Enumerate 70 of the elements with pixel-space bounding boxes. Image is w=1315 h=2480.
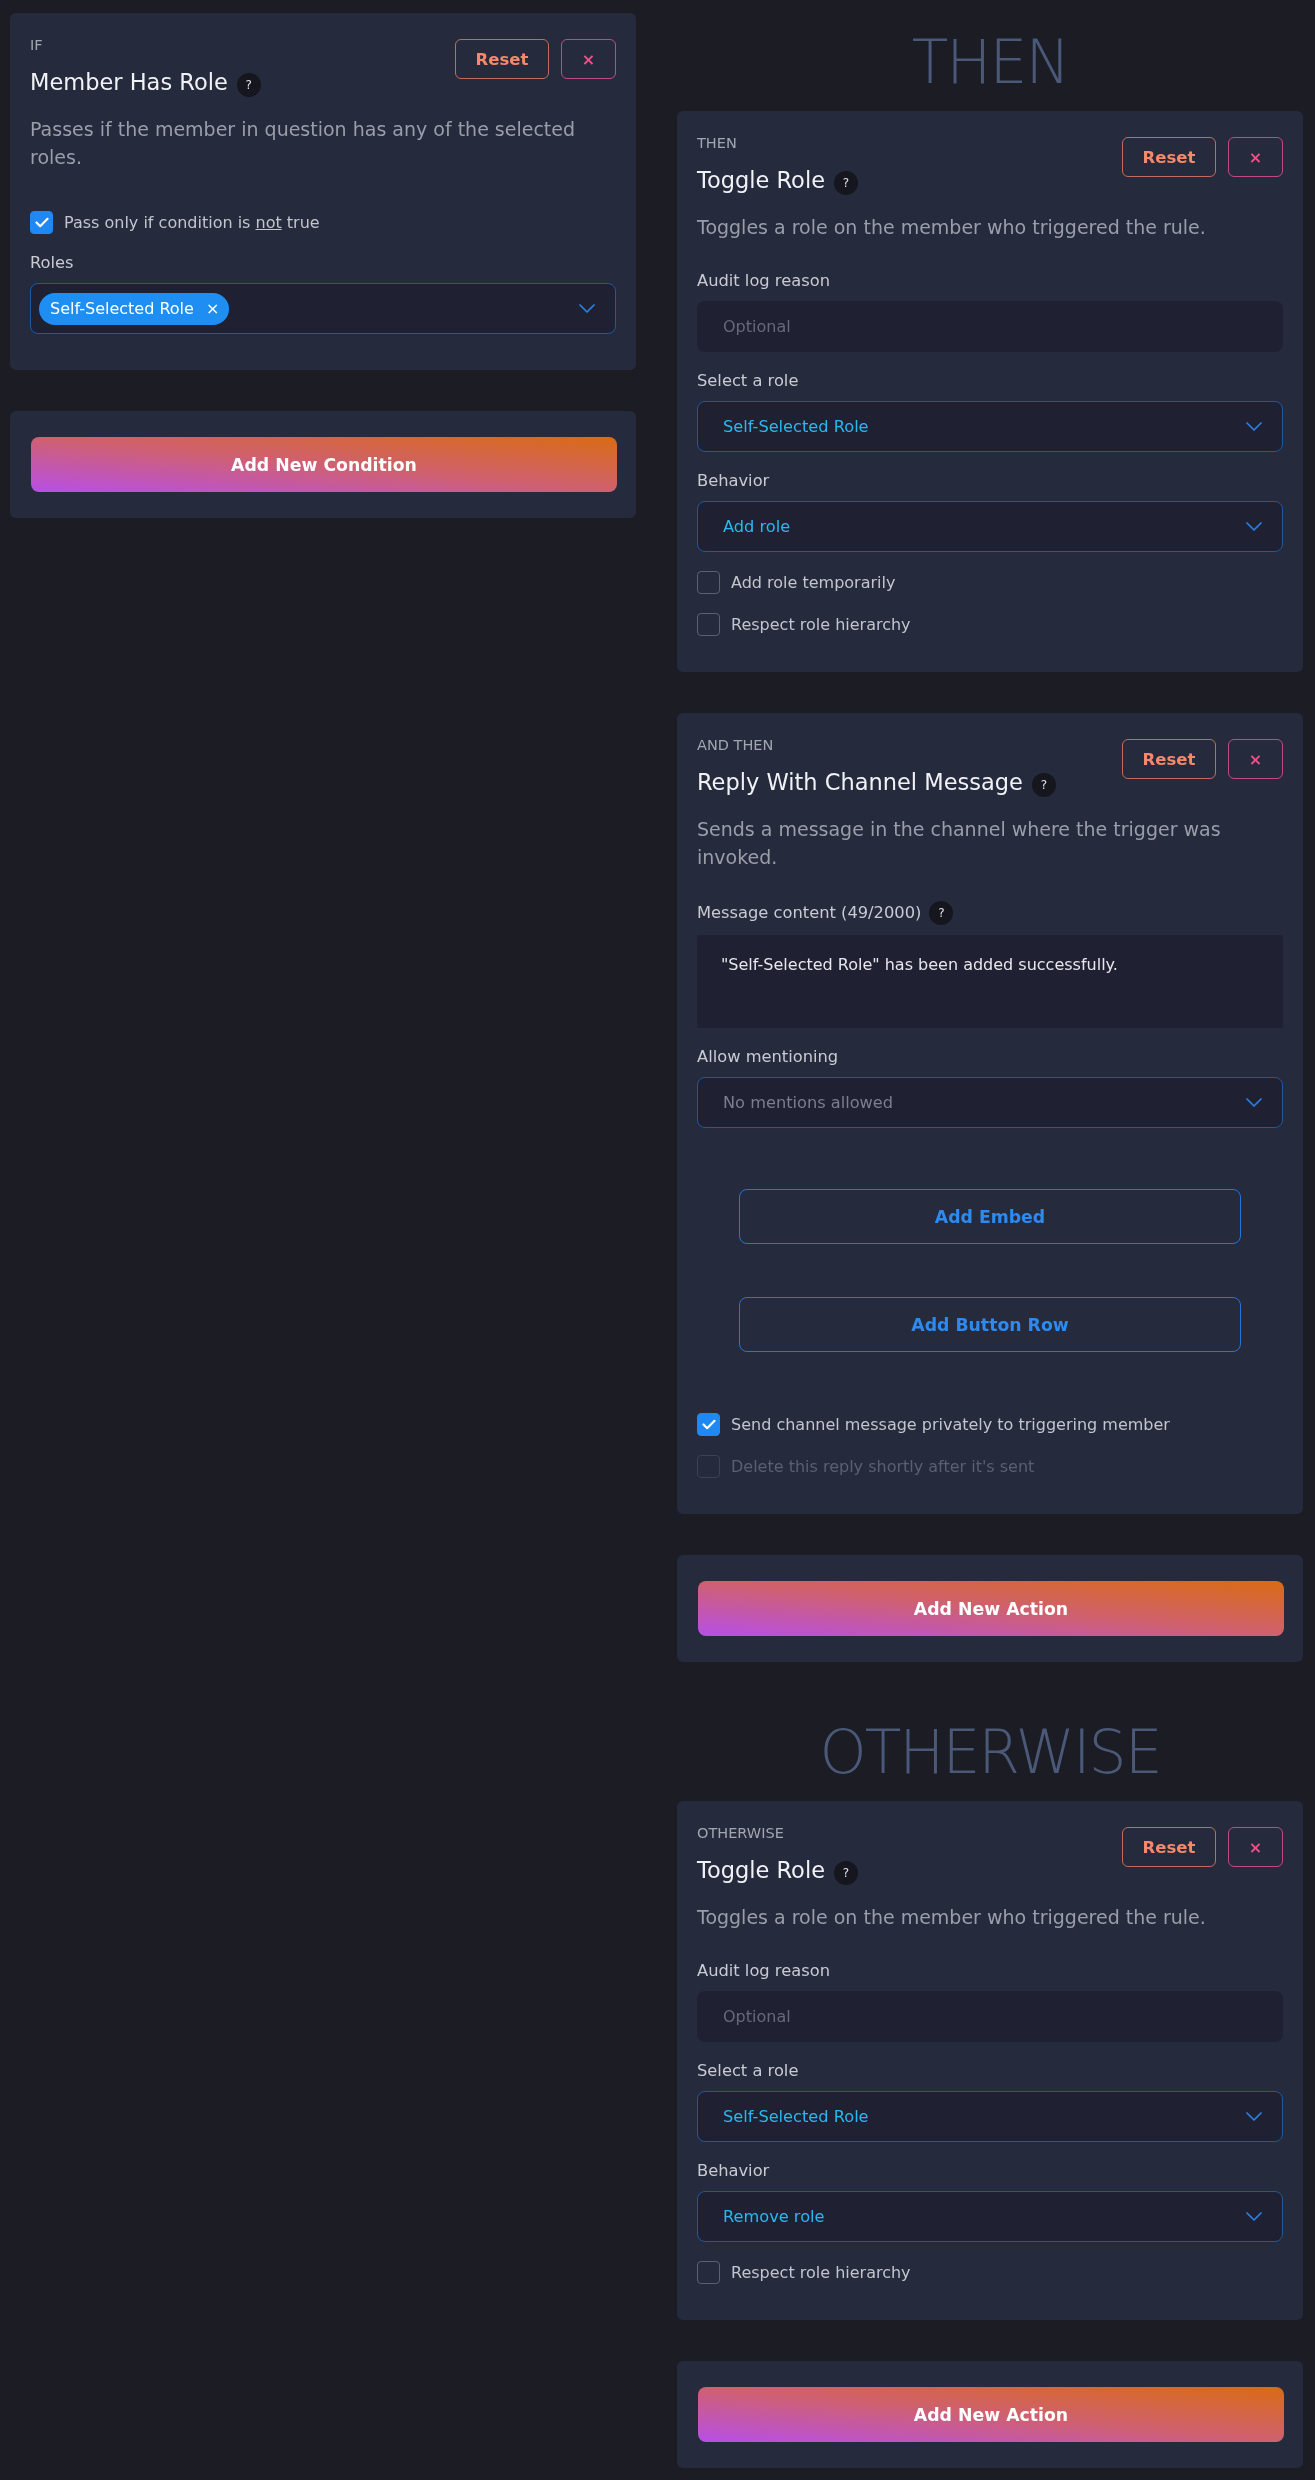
help-icon[interactable]: ? [834,170,858,195]
field-label: Select a role [697,2061,800,2081]
outline-button[interactable]: Add Embed [739,1189,1241,1244]
chevron-down-icon [1246,1098,1262,1107]
field-label: Behavior [697,471,771,491]
step-label: OTHERWISE [697,1824,785,1842]
message-textarea[interactable]: "Self-Selected Role" has been added successfully. [697,935,1283,1028]
help-icon[interactable]: ? [834,1860,858,1885]
card-title: Toggle Role [697,1856,825,1884]
checkbox-label: Add role temporarily [731,572,896,593]
checkbox[interactable] [697,1413,720,1436]
card-title: Toggle Role [697,166,825,194]
add-action-button[interactable]: Add New Action [698,2387,1284,2442]
close-button[interactable]: × [1228,739,1283,779]
close-button[interactable]: × [1228,1827,1283,1867]
field-label: Select a role [697,371,800,391]
chevron-down-icon [579,304,595,313]
card-description: Toggles a role on the member who triggered the rule. [697,1905,1207,1930]
chevron-down-icon [1246,2212,1262,2221]
field-label: Allow mentioning [697,1047,840,1067]
checkbox[interactable] [697,2261,720,2284]
checkbox-label: Send channel message privately to triggering member [731,1414,1170,1435]
section-heading: THEN [910,26,1070,99]
step-label: THEN [697,134,738,152]
card-description: Toggles a role on the member who triggered the rule. [697,215,1207,240]
dropdown-select[interactable]: Add role [697,501,1283,552]
checkbox[interactable] [30,211,53,234]
field-label: Message content (49/2000) [697,903,922,923]
checkbox[interactable] [697,613,720,636]
dropdown-select[interactable]: Self-Selected Role [697,401,1283,452]
close-button[interactable]: × [1228,137,1283,177]
help-icon[interactable]: ? [1031,772,1056,797]
reset-button[interactable]: Reset [455,39,549,79]
checkmark-icon [34,217,49,228]
field-label: Behavior [697,2161,771,2181]
checkmark-icon [701,1419,716,1430]
field-label: Roles [30,253,75,273]
section-heading: OTHERWISE [818,1716,1162,1789]
reset-button[interactable]: Reset [1122,1827,1216,1867]
reset-button[interactable]: Reset [1122,137,1216,177]
card-title: Reply With Channel Message [697,768,1023,796]
help-icon[interactable]: ? [929,901,954,925]
dropdown-select[interactable]: Self-Selected Role [697,2091,1283,2142]
chevron-down-icon [1246,522,1262,531]
outline-button[interactable]: Add Button Row [739,1297,1241,1352]
field-label: Audit log reason [697,271,831,291]
tag-label: Self-Selected Role [50,299,194,318]
field-label: Audit log reason [697,1961,831,1981]
chevron-down-icon [1246,2112,1262,2121]
card-title: Member Has Role [30,68,228,96]
text-input[interactable]: Optional [697,301,1283,352]
checkbox-label: Respect role hierarchy [731,614,911,635]
chevron-down-icon [1246,422,1262,431]
step-label: AND THEN [697,736,775,754]
dropdown-select[interactable]: No mentions allowed [697,1077,1283,1128]
checkbox[interactable] [697,571,720,594]
add-condition-button[interactable]: Add New Condition [31,437,617,492]
step-label: IF [30,36,44,54]
checkbox-label: Pass only if condition is not true [64,212,320,233]
multi-select[interactable]: Self-Selected Role × [30,283,616,334]
add-action-button[interactable]: Add New Action [698,1581,1284,1636]
close-button[interactable]: × [561,39,616,79]
reset-button[interactable]: Reset [1122,739,1216,779]
help-icon[interactable]: ? [236,72,261,97]
text-input[interactable]: Optional [697,1991,1283,2042]
card-description: Passes if the member in question has any of the selected roles. [30,117,577,170]
checkbox-label: Respect role hierarchy [731,2262,911,2283]
remove-tag-button[interactable]: × [205,300,220,317]
card-description: Sends a message in the channel where the trigger was invoked. [697,817,1222,870]
dropdown-select[interactable]: Remove role [697,2191,1283,2242]
